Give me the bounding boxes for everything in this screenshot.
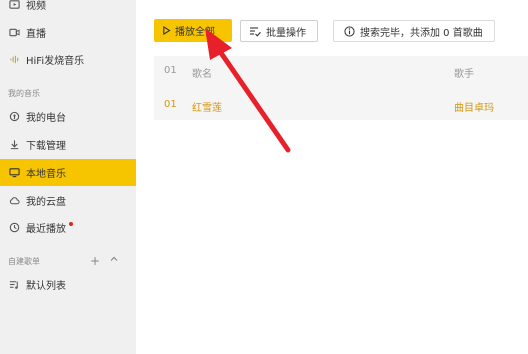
annotation-arrow	[205, 28, 291, 153]
